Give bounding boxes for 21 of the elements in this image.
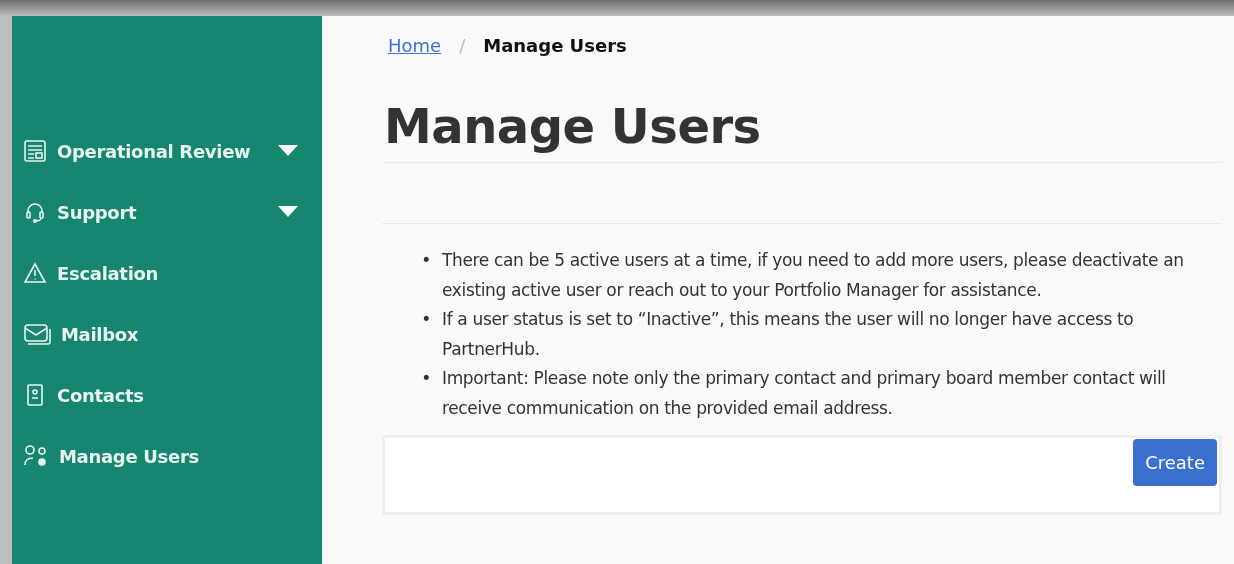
- breadcrumb-link[interactable]: Home: [388, 34, 442, 56]
- warning-icon: [23, 261, 47, 285]
- sidebar-item[interactable]: Escalation: [12, 254, 322, 292]
- headset-icon: [23, 200, 47, 224]
- sidebar-item[interactable]: Manage Users: [12, 437, 322, 475]
- info-note: If a user status is set to “Inactive”, this means the user will no longer have access to PartnerHub.: [442, 308, 1135, 361]
- breadcrumb-current: Manage Users: [483, 34, 627, 56]
- sidebar-item[interactable]: Operational Review: [12, 132, 322, 170]
- bullet: •: [420, 249, 432, 272]
- breadcrumb-separator: /: [459, 34, 466, 56]
- bullet: •: [420, 367, 432, 390]
- page-title: Manage Users: [382, 60, 1222, 163]
- sidebar-item[interactable]: Contacts: [12, 376, 322, 414]
- sidebar-item[interactable]: Mailbox: [12, 315, 322, 353]
- info-note: There can be 5 active users at a time, if you need to add more users, please deactivate an existing active user or reach out to your Portfolio Manager for assistance.: [442, 249, 1185, 302]
- bullet: •: [420, 308, 432, 331]
- info-note: Important: Please note only the primary contact and primary board member contact will receive communication on the provided email address.: [442, 367, 1167, 420]
- layout-icon: [23, 139, 47, 163]
- create-button[interactable]: Create: [1133, 439, 1217, 486]
- sidebar-item[interactable]: Support: [12, 193, 322, 231]
- envelope-icon: [23, 322, 51, 346]
